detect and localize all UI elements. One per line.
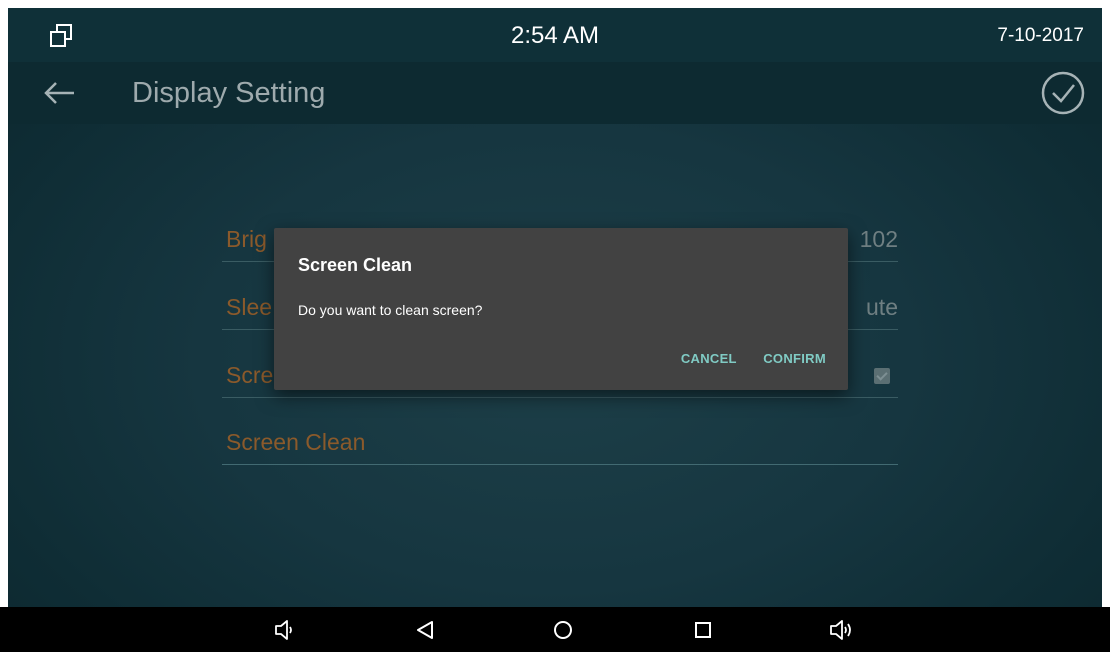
setting-label: Slee	[226, 294, 273, 320]
status-time: 2:54 AM	[510, 22, 600, 49]
screensaver-checkbox[interactable]	[874, 368, 890, 384]
status-bar: 2:54 AM 7-10-2017	[8, 8, 1102, 62]
dialog-actions: CANCEL CONFIRM	[659, 350, 826, 368]
setting-label: Brig	[226, 226, 267, 252]
dialog-title: Screen Clean	[298, 255, 413, 275]
volume-down-icon[interactable]	[271, 617, 297, 643]
home-circle-icon[interactable]	[550, 617, 576, 643]
app-bar: Display Setting	[8, 62, 1102, 124]
setting-screen-clean[interactable]: Screen Clean	[222, 420, 898, 465]
setting-label: Scre	[226, 362, 274, 388]
page-title: Display Setting	[132, 77, 326, 109]
check-circle-icon[interactable]	[1040, 70, 1086, 116]
bezel-left	[0, 0, 8, 610]
status-date: 7-10-2017	[997, 25, 1084, 46]
recents-square-icon[interactable]	[690, 617, 716, 643]
volume-up-icon[interactable]	[828, 617, 854, 643]
arrow-left-icon[interactable]	[42, 79, 76, 107]
back-triangle-icon[interactable]	[412, 617, 438, 643]
navigation-bar	[0, 607, 1110, 652]
confirm-button[interactable]: CONFIRM	[763, 351, 826, 366]
screen: 2:54 AM 7-10-2017 Display Setting Brig 1…	[0, 0, 1110, 652]
bezel-right	[1102, 0, 1110, 610]
dialog-message: Do you want to clean screen?	[298, 302, 483, 318]
cancel-button[interactable]: CANCEL	[681, 351, 737, 366]
setting-label: Screen Clean	[226, 429, 366, 455]
setting-value: 102	[859, 226, 898, 252]
setting-value: ute	[866, 294, 898, 320]
bezel-top	[0, 0, 1110, 8]
screen-clean-dialog: Screen Clean Do you want to clean screen…	[274, 228, 848, 390]
